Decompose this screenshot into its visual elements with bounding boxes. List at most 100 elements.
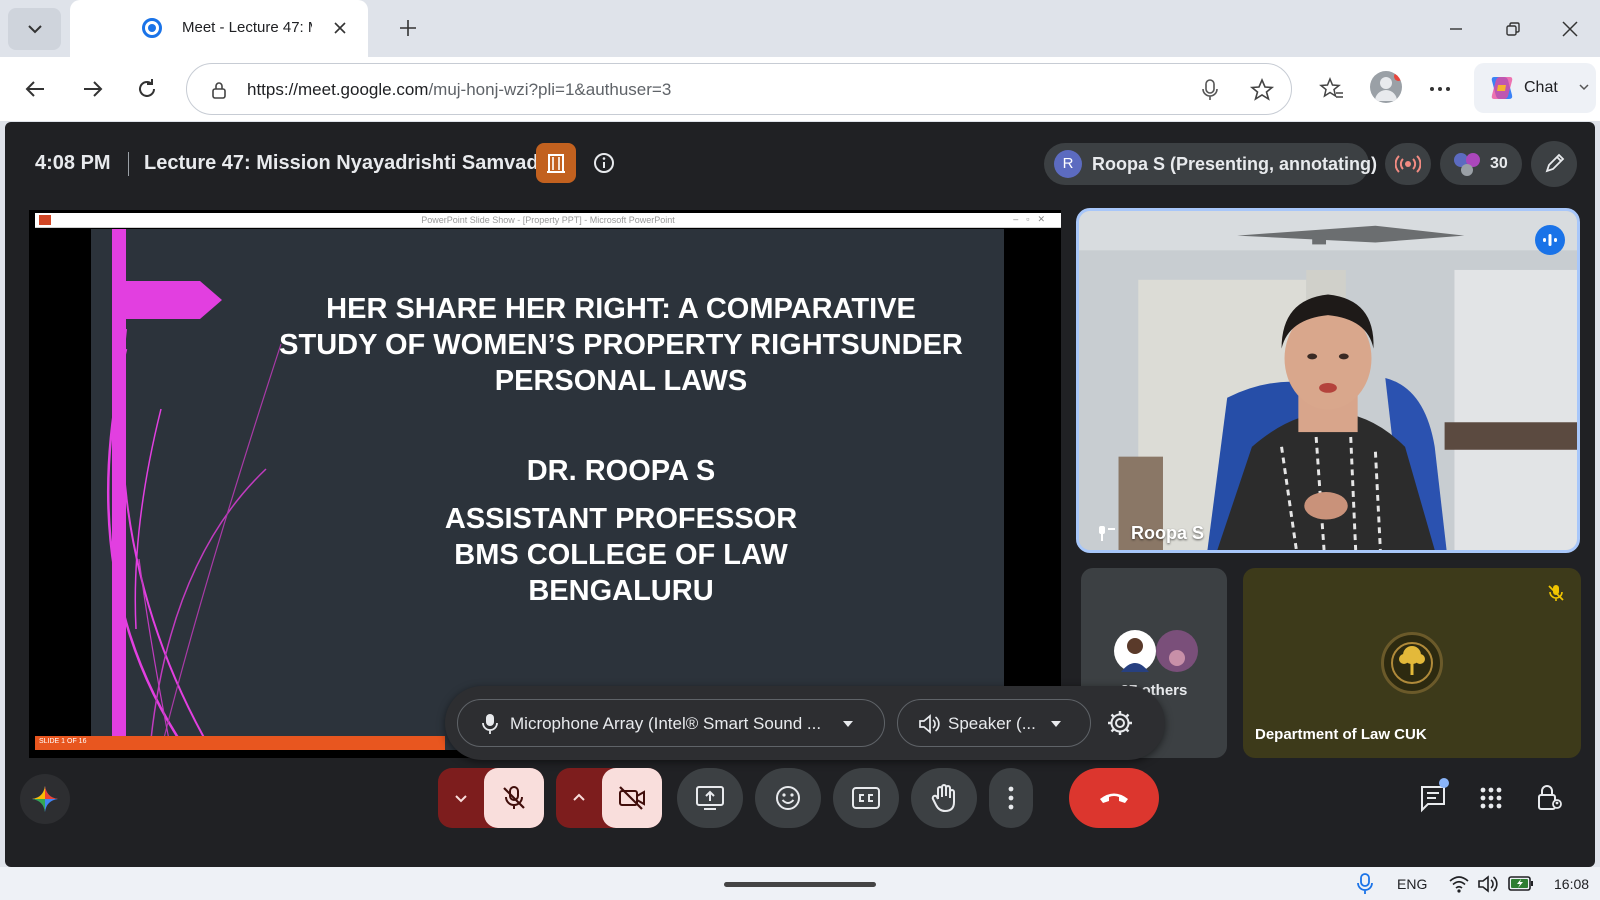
audio-options-button[interactable] [438, 768, 484, 828]
forward-button[interactable] [76, 73, 108, 105]
speaker-icon [919, 714, 940, 734]
broadcast-icon [1395, 155, 1421, 173]
tab-title: Meet - Lecture 47: M [182, 19, 312, 36]
participant-tile-department[interactable]: Department of Law CUK [1243, 568, 1581, 758]
chat-panel-button[interactable] [1415, 778, 1451, 816]
tab-close-button[interactable] [328, 16, 352, 40]
captions-button[interactable] [833, 768, 899, 828]
copilot-chat-button[interactable]: Chat [1474, 63, 1596, 113]
restore-button[interactable] [1498, 14, 1528, 44]
slide-author: DR. ROOPA S [526, 455, 716, 487]
minimize-icon [1450, 28, 1462, 30]
raise-hand-button[interactable] [911, 768, 977, 828]
gemini-sparkle-icon [32, 786, 58, 812]
favorites-button[interactable] [1316, 73, 1348, 105]
reactions-button[interactable] [755, 768, 821, 828]
new-tab-button[interactable] [394, 14, 422, 42]
slide-accent-flag [112, 281, 222, 319]
host-controls-button[interactable] [1532, 780, 1568, 816]
slide-title-line: HER SHARE HER RIGHT: A COMPARATIVE [326, 293, 916, 325]
slide-title: HER SHARE HER RIGHT: A COMPARATIVE STUDY… [271, 291, 971, 399]
system-taskbar: ENG 16:08 [0, 867, 1600, 900]
department-name: Department of Law CUK [1255, 726, 1427, 743]
lock-icon[interactable] [209, 80, 229, 100]
system-clock[interactable]: 16:08 [1554, 876, 1589, 892]
presenter-avatar: R [1054, 150, 1082, 178]
activities-button[interactable] [1473, 780, 1509, 816]
more-horizontal-icon [1430, 87, 1450, 91]
video-options-button[interactable] [556, 768, 602, 828]
chat-unread-dot [1439, 778, 1449, 788]
microphone-off-icon [503, 786, 525, 809]
camera-off-icon [619, 786, 645, 810]
close-icon [334, 22, 346, 34]
profile-avatar[interactable] [1370, 71, 1402, 103]
annotate-button[interactable] [1531, 141, 1577, 187]
more-options-button[interactable] [989, 768, 1033, 828]
address-bar[interactable]: https://meet.google.com/muj-honj-wzi?pli… [186, 63, 1292, 115]
microphone-icon [482, 714, 498, 734]
pen-icon [1545, 153, 1565, 173]
slide: HER SHARE HER RIGHT: A COMPARATIVE STUDY… [91, 229, 1004, 750]
participant-tile-roopa[interactable]: Roopa S [1076, 208, 1580, 553]
microphone-control-group [438, 768, 544, 828]
home-indicator[interactable] [724, 882, 876, 887]
meet-call-window: 4:08 PM Lecture 47: Mission Nyayadrishti… [5, 122, 1595, 867]
slide-title-line: STUDY OF WOMEN’S PROPERTY RIGHTSUNDER [279, 329, 963, 361]
url-text[interactable]: https://meet.google.com/muj-honj-wzi?pli… [247, 80, 671, 100]
url-host: https://meet.google.com [247, 80, 429, 99]
more-menu-button[interactable] [1424, 73, 1456, 105]
presenter-chip[interactable]: R Roopa S (Presenting, annotating) [1044, 143, 1377, 185]
chevron-down-icon [1579, 84, 1589, 91]
plus-icon [400, 20, 416, 36]
wifi-icon[interactable] [1449, 875, 1469, 893]
settings-gear-icon[interactable] [1105, 708, 1135, 738]
tab-meet[interactable]: Meet - Lecture 47: M [70, 0, 368, 57]
minimize-button[interactable] [1441, 14, 1471, 44]
participant-count: 30 [1490, 155, 1508, 172]
chevron-up-icon [573, 793, 585, 801]
volume-icon[interactable] [1477, 874, 1499, 894]
live-stream-button[interactable] [1385, 143, 1431, 185]
reload-icon [139, 79, 155, 97]
meet-header: 4:08 PM Lecture 47: Mission Nyayadrishti… [5, 122, 1595, 206]
gemini-button[interactable] [20, 774, 70, 824]
others-avatars [1114, 630, 1198, 672]
present-screen-button[interactable] [677, 768, 743, 828]
caret-down-icon [1051, 721, 1061, 727]
close-window-button[interactable] [1555, 14, 1585, 44]
input-language[interactable]: ENG [1397, 876, 1427, 892]
microphone-toggle-button[interactable] [484, 768, 544, 828]
closed-captions-icon [852, 787, 880, 809]
speaking-indicator-icon [1535, 225, 1565, 255]
header-divider [128, 152, 129, 176]
lock-person-icon [1538, 785, 1562, 810]
participants-avatars-icon [1454, 153, 1480, 176]
breakout-rooms-button[interactable] [536, 143, 576, 183]
camera-toggle-button[interactable] [602, 768, 662, 828]
microphone-icon[interactable] [1199, 78, 1221, 102]
slide-title-line: PERSONAL LAWS [494, 365, 748, 397]
chevron-down-icon [27, 25, 42, 34]
speaker-select[interactable]: Speaker (... [897, 699, 1091, 747]
person-icon [1375, 77, 1397, 101]
favorites-icon [1319, 77, 1343, 98]
star-icon[interactable] [1249, 77, 1275, 103]
tab-list-button[interactable] [8, 8, 61, 50]
url-path: /muj-honj-wzi?pli=1&authuser=3 [428, 80, 672, 99]
slide-affiliation-line: ASSISTANT PROFESSOR [444, 503, 798, 535]
presentation-stage[interactable]: PowerPoint Slide Show - [Property PPT] -… [29, 210, 1061, 758]
camera-control-group [556, 768, 662, 828]
microphone-select[interactable]: Microphone Array (Intel® Smart Sound ... [457, 699, 885, 747]
slide-status-bar: SLIDE 1 OF 16 [35, 736, 445, 750]
reload-button[interactable] [131, 73, 163, 105]
more-vertical-icon [1008, 786, 1014, 810]
people-button[interactable]: 30 [1440, 143, 1522, 185]
microphone-in-use-icon[interactable] [1356, 873, 1374, 895]
hand-icon [931, 784, 955, 813]
chat-label: Chat [1524, 79, 1558, 96]
back-button[interactable] [20, 73, 52, 105]
battery-charging-icon[interactable] [1508, 875, 1534, 892]
info-icon[interactable] [593, 152, 615, 174]
leave-call-button[interactable] [1069, 768, 1159, 828]
